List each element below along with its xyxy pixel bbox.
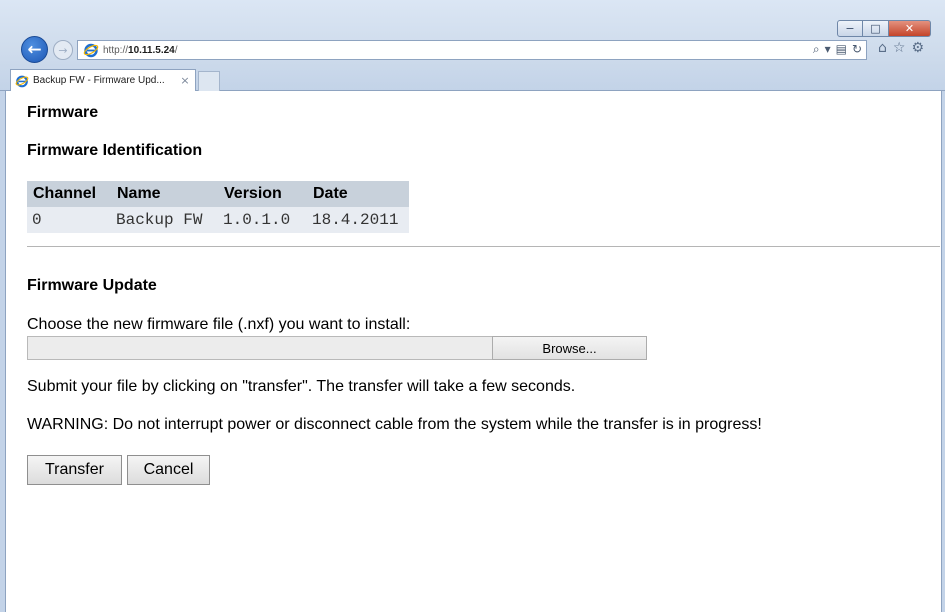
dropdown-icon[interactable]: ▾ — [825, 42, 831, 57]
tools-gear-icon[interactable]: ⚙ — [911, 40, 924, 56]
url-path: / — [174, 44, 178, 56]
search-icon[interactable]: ⌕ — [813, 42, 820, 57]
table-header-row: Channel Name Version Date — [27, 181, 409, 207]
cell-name: Backup FW — [111, 207, 218, 233]
compatibility-view-icon[interactable]: ▤ — [836, 42, 847, 57]
favorites-icon[interactable]: ☆ — [893, 40, 906, 56]
back-button[interactable]: ← — [21, 36, 48, 63]
cancel-button[interactable]: Cancel — [127, 455, 210, 485]
cell-channel: 0 — [27, 207, 111, 233]
minimize-button[interactable]: − — [837, 20, 863, 37]
warning-message: WARNING: Do not interrupt power or disco… — [27, 416, 762, 433]
window-controls: − □ ✕ — [837, 20, 931, 37]
url-host: 10.11.5.24 — [128, 44, 175, 56]
home-icon[interactable]: ⌂ — [878, 40, 887, 56]
tab-close-icon[interactable]: × — [179, 74, 191, 87]
ie-tab-icon — [15, 75, 29, 87]
address-tools: ⌕ ▾ ▤ ↻ — [813, 42, 862, 57]
firmware-table: Channel Name Version Date 0 Backup FW 1.… — [27, 181, 409, 233]
tab-strip: Backup FW - Firmware Upd... × — [0, 68, 945, 91]
tab-active[interactable]: Backup FW - Firmware Upd... × — [10, 69, 196, 91]
section-divider — [27, 246, 940, 247]
browse-button[interactable]: Browse... — [492, 336, 647, 360]
choose-file-label: Choose the new firmware file (.nxf) you … — [27, 316, 411, 333]
header-name: Name — [111, 181, 218, 207]
window-frame-left — [0, 91, 6, 612]
header-channel: Channel — [27, 181, 111, 207]
cell-version: 1.0.1.0 — [218, 207, 307, 233]
close-button[interactable]: ✕ — [889, 20, 931, 37]
url-scheme: http:// — [103, 44, 129, 56]
new-tab-button[interactable] — [198, 71, 220, 91]
cell-date: 18.4.2011 — [307, 207, 409, 233]
toolbar-icons: ⌂ ☆ ⚙ — [878, 40, 924, 56]
firmware-update-heading: Firmware Update — [27, 277, 157, 294]
submit-instructions: Submit your file by clicking on "transfe… — [27, 378, 576, 395]
firmware-identification-heading: Firmware Identification — [27, 142, 203, 159]
browser-chrome: − □ ✕ ← → http://10.11.5.24/ ⌕ ▾ ▤ ↻ ⌂ ☆… — [0, 0, 945, 91]
window-frame-right — [941, 91, 945, 612]
page-content: Firmware Firmware Identification Channel… — [27, 91, 940, 612]
refresh-icon[interactable]: ↻ — [852, 42, 862, 57]
maximize-button[interactable]: □ — [863, 20, 889, 37]
file-path-input[interactable] — [27, 336, 492, 360]
header-version: Version — [218, 181, 307, 207]
forward-button[interactable]: → — [53, 40, 73, 60]
tab-title: Backup FW - Firmware Upd... — [33, 75, 165, 86]
ie-logo-icon — [83, 43, 99, 58]
url-text[interactable]: http://10.11.5.24/ — [103, 45, 178, 56]
address-bar[interactable]: http://10.11.5.24/ ⌕ ▾ ▤ ↻ — [77, 40, 867, 60]
page-title: Firmware — [27, 104, 99, 121]
table-row: 0 Backup FW 1.0.1.0 18.4.2011 — [27, 207, 409, 233]
header-date: Date — [307, 181, 409, 207]
transfer-button[interactable]: Transfer — [27, 455, 122, 485]
